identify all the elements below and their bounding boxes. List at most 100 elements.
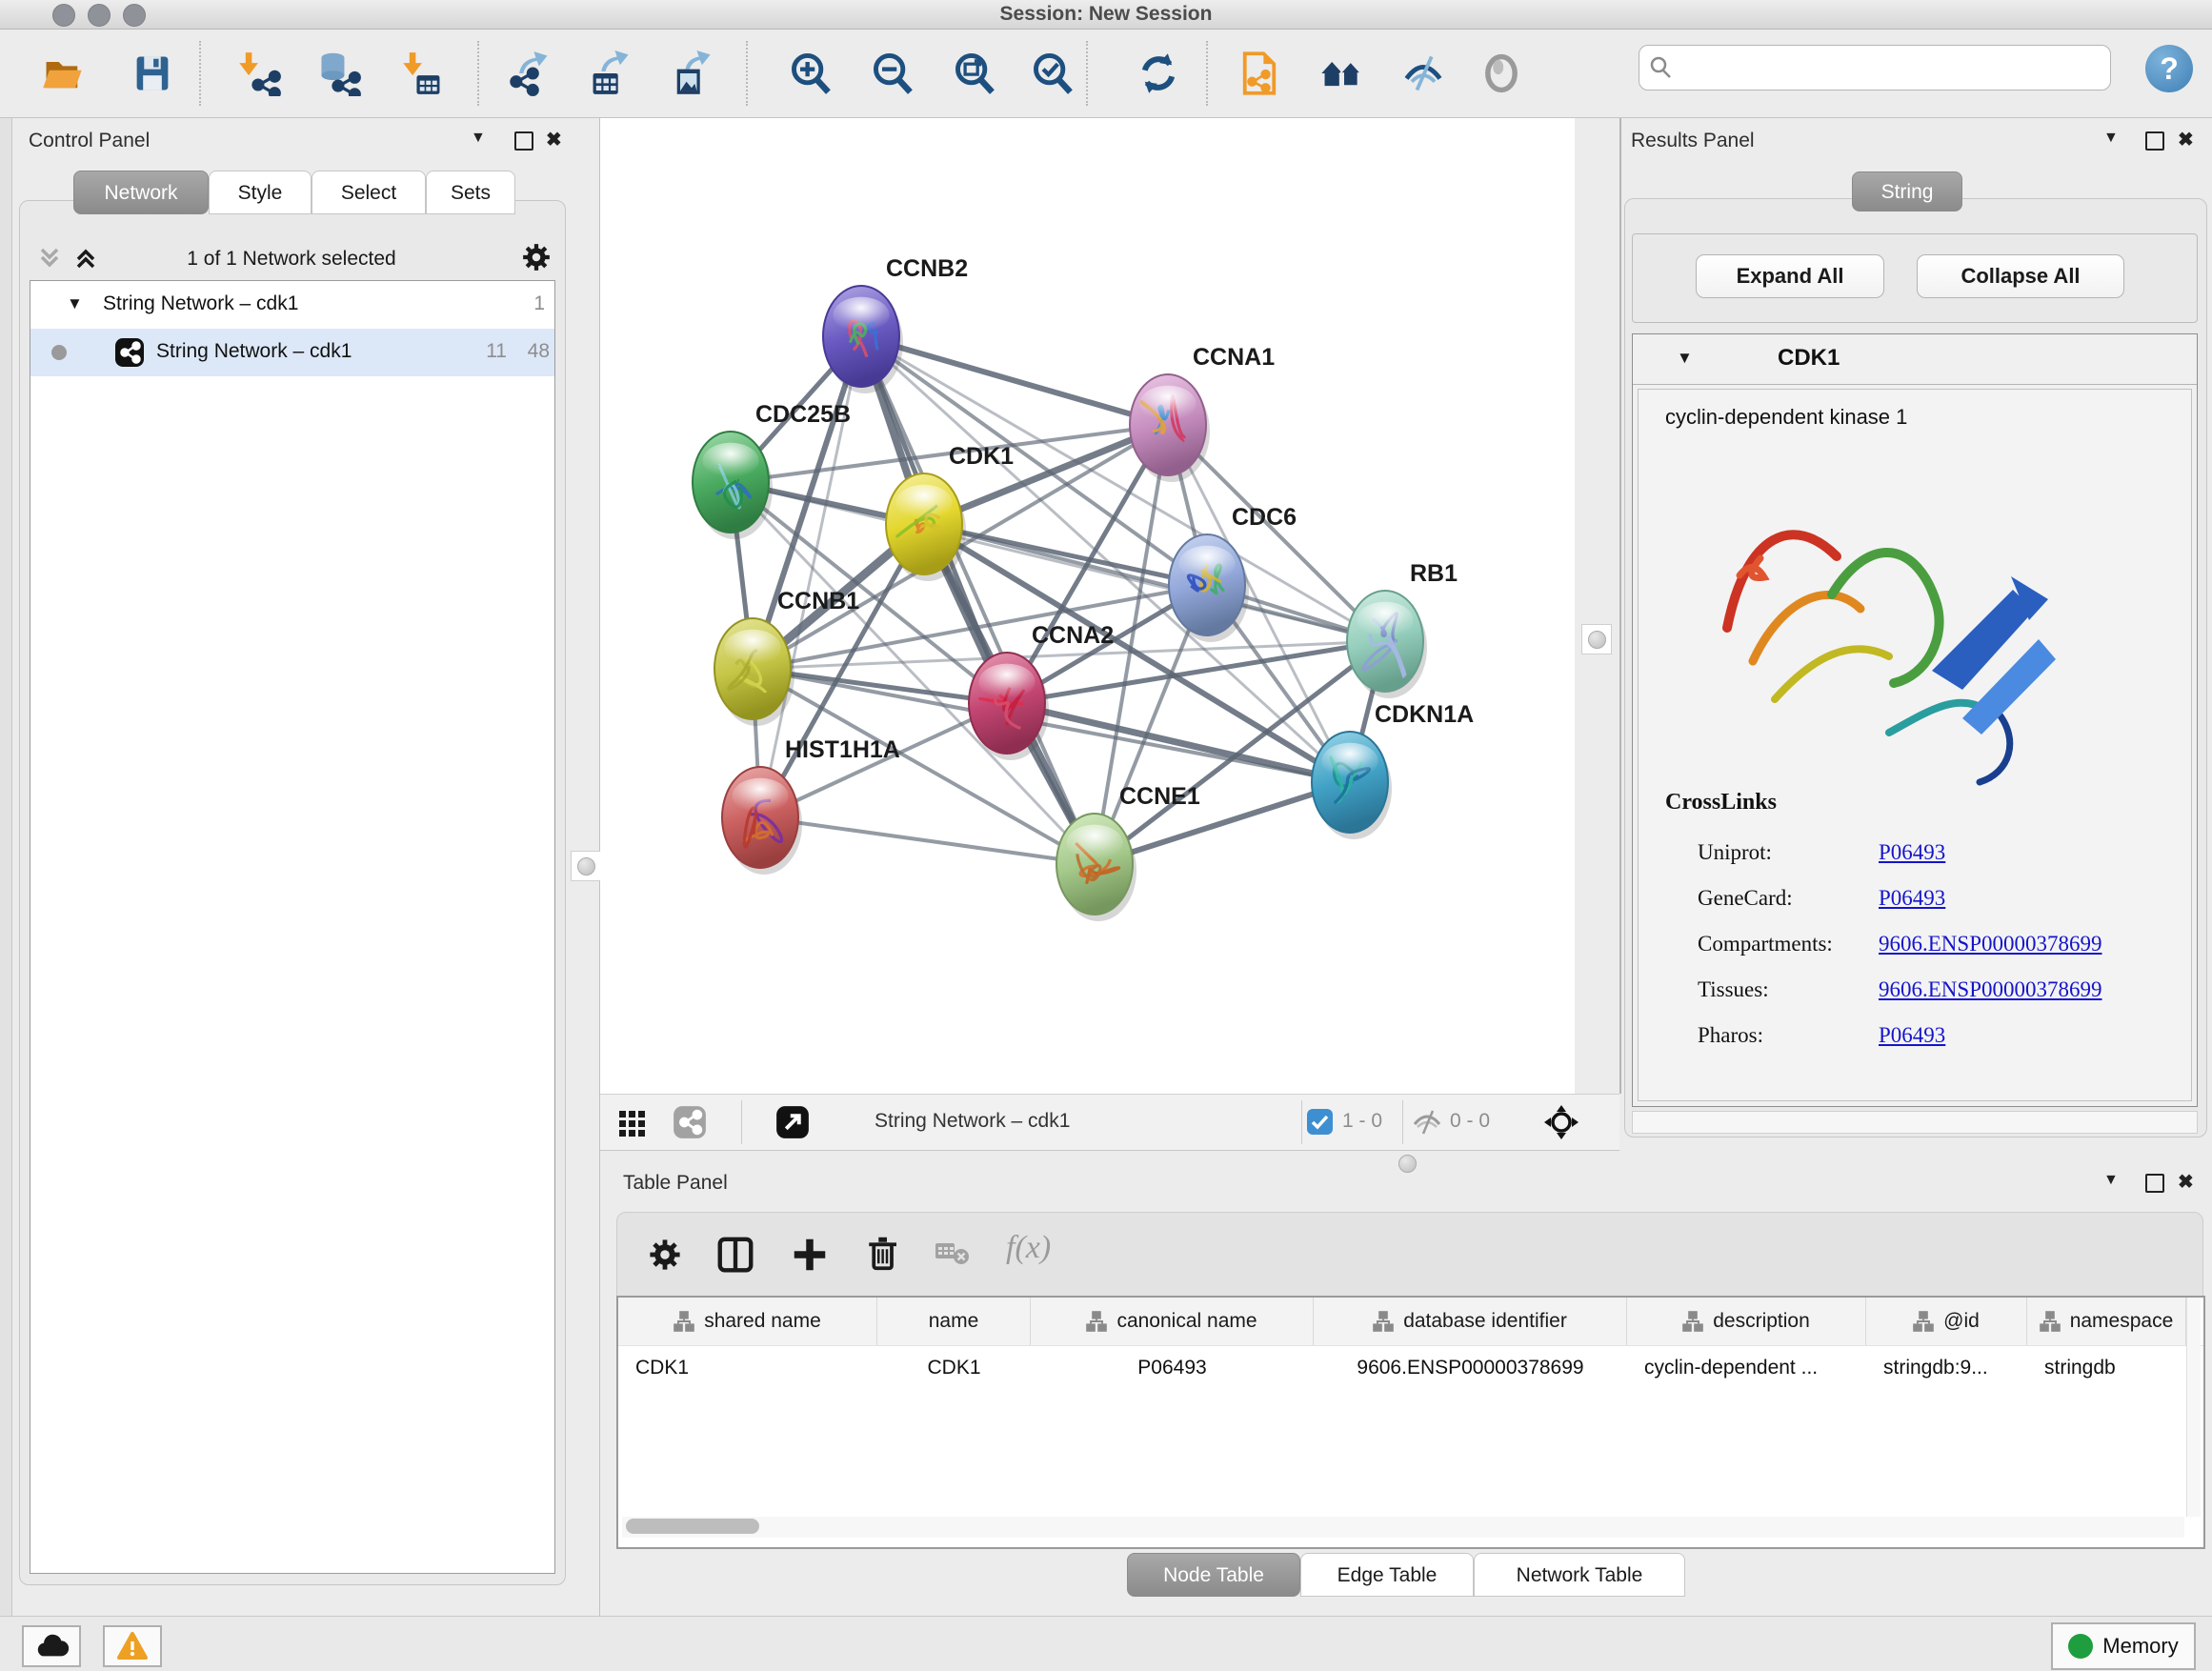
cloud-status-button[interactable] [22, 1625, 81, 1667]
tab-node-table[interactable]: Node Table [1127, 1553, 1300, 1597]
crosslink-value-link[interactable]: 9606.ENSP00000378699 [1879, 977, 2102, 1002]
gear-icon[interactable] [521, 242, 552, 272]
tab-sets[interactable]: Sets [426, 171, 515, 214]
network-collection-row[interactable]: ▼ String Network – cdk1 1 [30, 281, 554, 329]
tab-network-table[interactable]: Network Table [1474, 1553, 1685, 1597]
export-table-icon[interactable] [587, 50, 633, 96]
string-view-icon[interactable] [673, 1105, 707, 1139]
network-node-hist1h1a[interactable]: HIST1H1A [722, 736, 900, 875]
table-v-scrollbar[interactable] [2186, 1298, 2201, 1517]
table-h-scrollbar-thumb[interactable] [626, 1519, 759, 1534]
canvas-toolbar: String Network – cdk1 1 - 0 0 - 0 [600, 1094, 1619, 1151]
gene-section-header[interactable]: ▼ CDK1 [1633, 334, 2197, 385]
column-header-database-identifier[interactable]: database identifier [1314, 1298, 1627, 1345]
column-header-description[interactable]: description [1627, 1298, 1866, 1345]
table-cell[interactable]: stringdb [2027, 1346, 2186, 1390]
birds-eye-view-icon[interactable] [775, 1105, 810, 1139]
network-canvas[interactable]: CCNB2CCNA1CDC25BCDK1CDC6RB1CCNB1CCNA2CDK… [600, 118, 1575, 1094]
export-network-icon[interactable] [507, 50, 553, 96]
expand-all-button[interactable]: Expand All [1696, 254, 1884, 298]
tab-edge-table[interactable]: Edge Table [1300, 1553, 1474, 1597]
network-node-count: 11 [486, 340, 507, 363]
help-icon[interactable]: ? [2145, 45, 2193, 92]
network-row-selected[interactable]: String Network – cdk1 11 48 [30, 329, 554, 376]
crosslink-value-link[interactable]: 9606.ENSP00000378699 [1879, 932, 2102, 956]
column-header-namespace[interactable]: namespace [2027, 1298, 2186, 1345]
string-document-icon[interactable] [1237, 50, 1282, 96]
network-node-ccnb1[interactable]: CCNB1 [714, 588, 859, 726]
fit-crosshair-icon[interactable] [1543, 1104, 1579, 1140]
zoom-fit-icon[interactable] [953, 50, 998, 96]
zoom-in-icon[interactable] [789, 50, 835, 96]
export-image-icon[interactable] [669, 50, 714, 96]
save-session-icon[interactable] [130, 50, 175, 96]
network-node-cdkn1a[interactable]: CDKN1A [1312, 701, 1474, 839]
column-header-shared-name[interactable]: shared name [618, 1298, 877, 1345]
delete-column-trash-icon[interactable] [863, 1234, 901, 1272]
refresh-icon[interactable] [1136, 50, 1181, 96]
crosslink-row: Pharos:P06493 [1698, 1013, 2174, 1058]
crosslink-value-link[interactable]: P06493 [1879, 1023, 1945, 1048]
results-panel-menu-icon[interactable]: ▼ [2103, 130, 2119, 147]
tree-expand-arrow-icon[interactable]: ▼ [67, 294, 83, 313]
column-header--id[interactable]: @id [1866, 1298, 2027, 1345]
memory-button[interactable]: Memory [2051, 1622, 2196, 1670]
search-input[interactable] [1681, 50, 2104, 84]
results-scrollbar[interactable] [1632, 1111, 2198, 1134]
results-panel-close-icon[interactable]: ✖ [2178, 128, 2194, 151]
right-splitter[interactable] [1575, 118, 1621, 1094]
tab-style[interactable]: Style [209, 171, 312, 214]
function-builder-icon[interactable]: f(x) [1006, 1230, 1051, 1266]
control-panel-menu-icon[interactable]: ▼ [471, 130, 486, 147]
tab-select[interactable]: Select [312, 171, 426, 214]
show-columns-icon[interactable] [716, 1236, 754, 1274]
table-h-scrollbar[interactable] [622, 1517, 2184, 1538]
crosslink-value-link[interactable]: P06493 [1879, 886, 1945, 911]
table-panel-float-icon[interactable] [2145, 1174, 2164, 1193]
column-header-canonical-name[interactable]: canonical name [1031, 1298, 1314, 1345]
table-panel-menu-icon[interactable]: ▼ [2103, 1172, 2119, 1189]
network-node-ccne1[interactable]: CCNE1 [1056, 783, 1200, 921]
table-cell[interactable]: CDK1 [877, 1346, 1031, 1390]
table-cell[interactable]: stringdb:9... [1866, 1346, 2027, 1390]
tab-network[interactable]: Network [73, 171, 209, 214]
network-node-rb1[interactable]: RB1 [1347, 560, 1458, 698]
delete-table-icon[interactable] [934, 1238, 972, 1268]
control-panel-close-icon[interactable]: ✖ [546, 128, 562, 151]
table-cell[interactable]: cyclin-dependent ... [1627, 1346, 1866, 1390]
table-gear-icon[interactable] [648, 1238, 682, 1272]
network-node-ccnb2[interactable]: CCNB2 [823, 255, 968, 393]
results-panel-float-icon[interactable] [2145, 131, 2164, 151]
warnings-button[interactable] [103, 1625, 162, 1667]
grid-view-icon[interactable] [617, 1107, 648, 1137]
zoom-selected-icon[interactable] [1031, 50, 1076, 96]
show-panel-eye-icon[interactable] [1478, 50, 1524, 96]
zoom-out-icon[interactable] [871, 50, 916, 96]
hide-panel-eye-icon[interactable] [1400, 50, 1446, 96]
control-panel-float-icon[interactable] [514, 131, 533, 151]
toolbar-separator [746, 41, 748, 106]
table-cell[interactable]: CDK1 [618, 1346, 877, 1390]
crosslink-value-link[interactable]: P06493 [1879, 840, 1945, 865]
home-icon[interactable] [1318, 50, 1364, 96]
column-header-name[interactable]: name [877, 1298, 1031, 1345]
import-table-icon[interactable] [400, 50, 446, 96]
hidden-eye-slash-icon[interactable] [1412, 1109, 1442, 1136]
network-node-cdc6[interactable]: CDC6 [1169, 504, 1297, 642]
table-row[interactable]: CDK1CDK1P064939606.ENSP00000378699cyclin… [618, 1345, 2203, 1390]
table-panel-close-icon[interactable]: ✖ [2178, 1170, 2194, 1194]
add-column-icon[interactable] [791, 1236, 829, 1274]
gene-collapse-arrow-icon[interactable]: ▼ [1677, 349, 1693, 368]
tab-string[interactable]: String [1852, 171, 1962, 211]
table-cell[interactable]: P06493 [1031, 1346, 1314, 1390]
crosslinks-list: Uniprot:P06493GeneCard:P06493Compartment… [1698, 830, 2174, 1058]
import-network-icon[interactable] [236, 50, 282, 96]
import-database-icon[interactable] [316, 50, 362, 96]
collapse-all-button[interactable]: Collapse All [1917, 254, 2124, 298]
table-cell[interactable]: 9606.ENSP00000378699 [1314, 1346, 1627, 1390]
open-session-icon[interactable] [40, 50, 86, 96]
left-splitter-handle[interactable] [571, 851, 601, 881]
network-node-ccna1[interactable]: CCNA1 [1130, 344, 1275, 482]
right-splitter-handle[interactable] [1581, 624, 1612, 654]
selected-checkbox-icon[interactable] [1307, 1109, 1333, 1135]
